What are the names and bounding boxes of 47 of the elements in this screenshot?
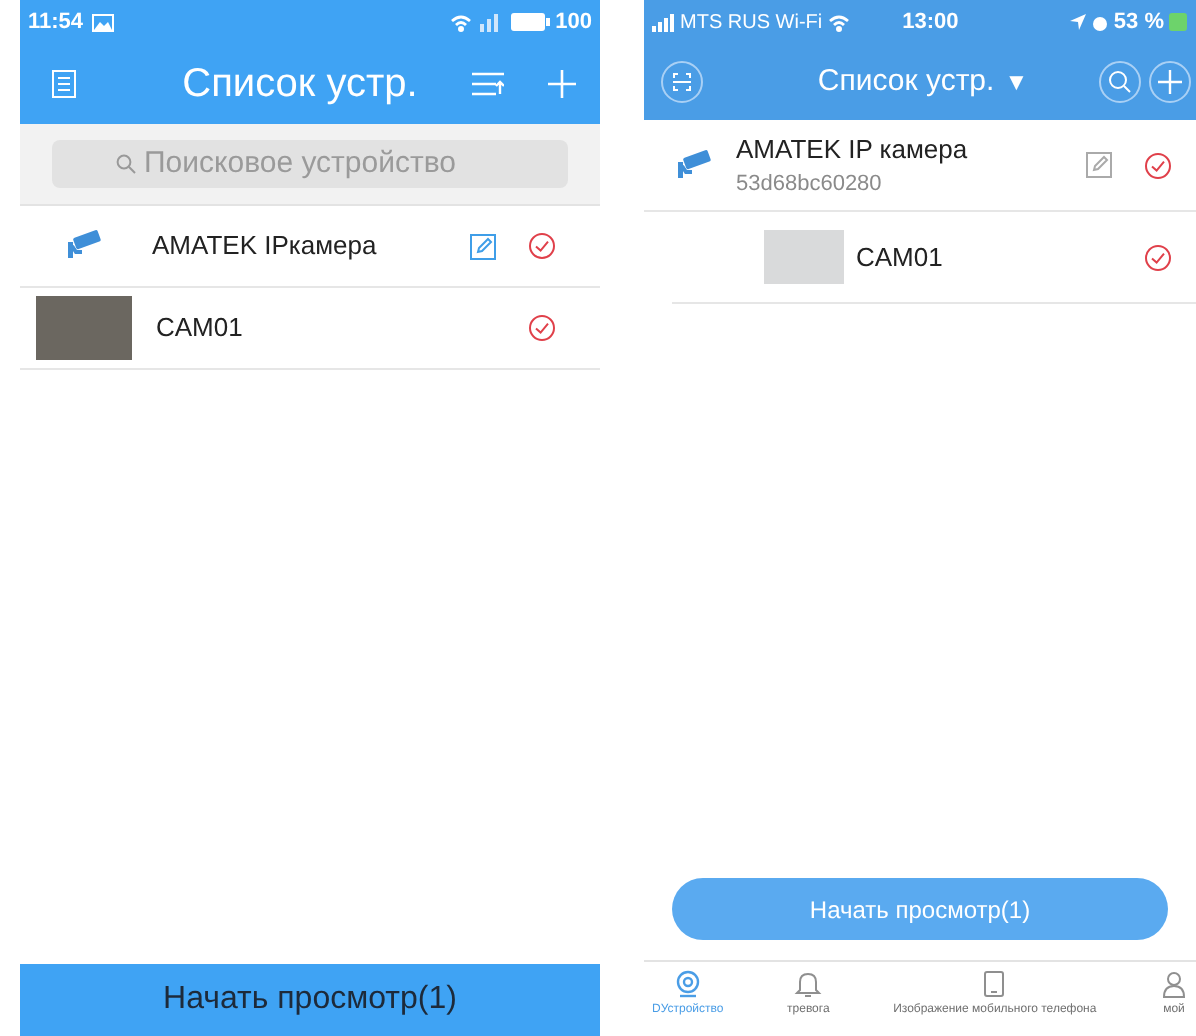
location-arrow-icon [1069,14,1086,30]
signal-icon [479,13,498,31]
edit-icon[interactable] [1086,152,1112,178]
wifi-icon [828,13,851,31]
check-circle-icon[interactable] [1144,243,1172,271]
carrier-name: MTS RUS Wi-Fi [680,9,823,37]
device-row[interactable]: CAM01 [672,212,1196,304]
status-time: 11:54 [28,7,84,38]
edit-icon[interactable] [470,233,496,259]
document-icon[interactable] [52,70,76,98]
bell-icon [794,970,823,998]
add-icon[interactable] [1148,60,1192,104]
device-name: CAM01 [156,310,245,347]
header-title: Список устр. [182,60,418,110]
dropdown-caret[interactable]: ▼ [1004,64,1029,100]
battery-icon [509,12,550,32]
search-icon[interactable] [1098,60,1142,104]
device-name: CAM01 [856,239,945,276]
battery-percent: 100 [555,7,592,38]
device-row[interactable]: AMATEK IPкамера [20,206,600,288]
status-time: 13:00 [902,7,959,38]
search-icon [116,154,136,174]
person-icon [1160,970,1188,998]
battery-percent: 53 % [1113,7,1164,38]
device-serial: 53d68bc60280 [736,170,884,200]
device-row[interactable]: CAM01 [20,288,600,370]
photo-placeholder [36,296,132,360]
check-circle-icon[interactable] [528,232,556,260]
check-circle-icon[interactable] [1144,151,1172,179]
photo-placeholder [764,230,844,284]
header-title: Список устр. [817,61,995,102]
scan-icon[interactable] [660,60,704,104]
device-name: AMATEK IP камера [736,131,970,168]
security-camera-icon [676,149,716,181]
signal-icon [652,13,676,31]
gallery-icon [91,13,114,31]
wifi-icon [449,13,472,31]
security-camera-icon [66,230,106,262]
device-name: AMATEK IPкамера [152,228,379,265]
sort-icon[interactable] [472,72,504,96]
start-view-button[interactable]: Начать просмотр(1) [20,964,600,1036]
device-row[interactable]: AMATEK IP камера 53d68bc60280 [644,120,1196,212]
tablet-icon [980,970,1009,998]
battery-icon [1168,12,1188,32]
search-field[interactable]: Поисковое устройство [52,140,568,188]
webcam-icon [673,970,702,998]
check-circle-icon[interactable] [528,314,556,342]
